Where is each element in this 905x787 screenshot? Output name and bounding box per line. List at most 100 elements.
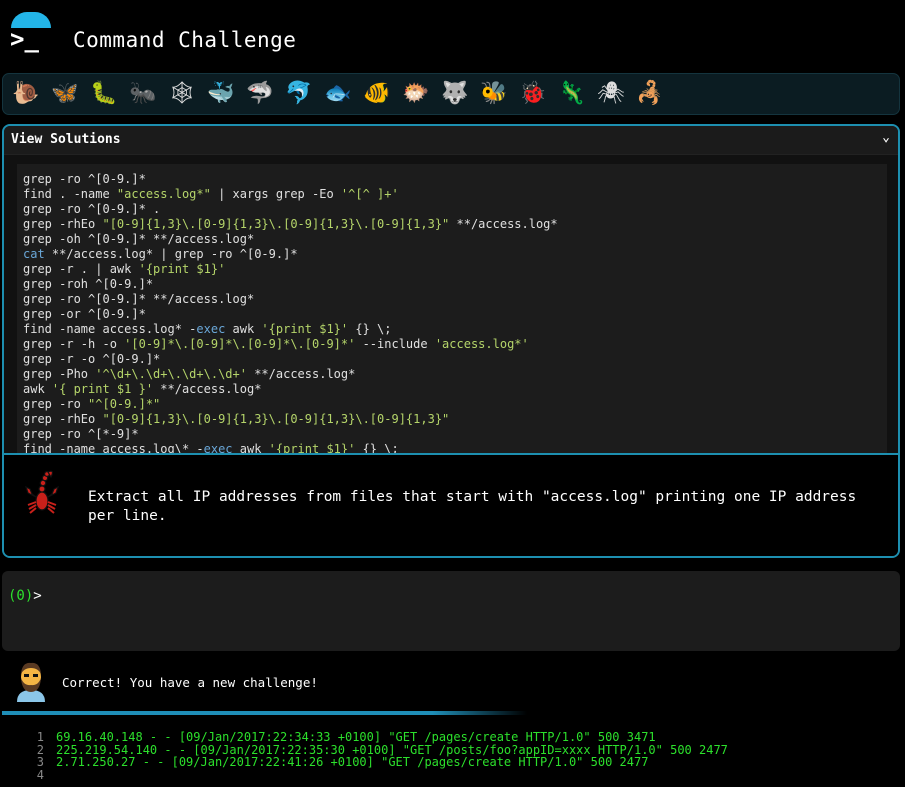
solutions-panel: View Solutions ⌄ grep -ro ^[0-9.]* find .… bbox=[2, 124, 900, 558]
solution-token: cat bbox=[23, 247, 45, 261]
challenge-description: Extract all IP addresses from files that… bbox=[88, 489, 857, 524]
scorpion-icon bbox=[22, 467, 62, 519]
output-text: 69.16.40.148 - - [09/Jan/2017:22:34:33 +… bbox=[56, 730, 656, 744]
solution-token: "^[0-9.]*" bbox=[88, 397, 161, 411]
caterpillar-icon[interactable]: 🐛 bbox=[87, 77, 121, 111]
solution-token: grep -ro ^[0-9.]* . bbox=[23, 202, 161, 216]
solution-token: "[0-9]{1,3}\.[0-9]{1,3}\.[0-9]{1,3}\.[0-… bbox=[102, 217, 450, 231]
solution-line: awk '{ print $1 }' **/access.log* bbox=[23, 382, 887, 397]
logo-prompt-glyph: >_ bbox=[10, 25, 39, 53]
solution-token: --include bbox=[355, 337, 435, 351]
feedback-row: Correct! You have a new challenge! bbox=[0, 657, 905, 713]
solution-token: grep -ro bbox=[23, 397, 89, 411]
terminal-input-area[interactable]: (0)> bbox=[2, 571, 900, 651]
command-output: 1 69.16.40.148 - - [09/Jan/2017:22:34:33 … bbox=[30, 731, 890, 781]
spider-icon[interactable]: 🕷 bbox=[594, 77, 628, 111]
challenge-area: Extract all IP addresses from files that… bbox=[4, 453, 898, 556]
solution-token: grep -r . | awk bbox=[23, 262, 139, 276]
solution-token: '{print $1}' bbox=[261, 322, 349, 336]
line-number: 3 bbox=[36, 755, 44, 769]
solution-token: grep -ro ^[*-9]* bbox=[23, 427, 139, 441]
solution-token: awk bbox=[225, 322, 262, 336]
solution-line: grep -Pho '^\d+\.\d+\.\d+\.\d+' **/acces… bbox=[23, 367, 887, 382]
terminal-logo-icon[interactable]: >_ bbox=[8, 12, 54, 58]
solutions-title: View Solutions bbox=[11, 132, 121, 147]
solution-token: {} \; bbox=[348, 322, 392, 336]
solution-line: grep -or ^[0-9.]* bbox=[23, 307, 887, 322]
prompt-count: (0) bbox=[8, 588, 34, 604]
solution-token: find -name access.log* - bbox=[23, 322, 197, 336]
chevron-down-icon[interactable]: ⌄ bbox=[882, 130, 890, 145]
solution-line: grep -rhEo "[0-9]{1,3}\.[0-9]{1,3}\.[0-9… bbox=[23, 412, 887, 427]
solution-token: '{print $1}' bbox=[268, 442, 356, 453]
solution-token: '^\d+\.\d+\.\d+\.\d+' bbox=[95, 367, 247, 381]
solution-token: find -name access.log\* - bbox=[23, 442, 204, 453]
solution-token: exec bbox=[196, 322, 226, 336]
solution-line: grep -r -o ^[0-9.]* bbox=[23, 352, 887, 367]
solution-token: grep -oh ^[0-9.]* **/access.log* bbox=[23, 232, 255, 246]
tropical-fish-icon[interactable]: 🐠 bbox=[360, 77, 394, 111]
solution-token: **/access.log* bbox=[246, 367, 356, 381]
spider-web-icon[interactable]: 🕸 bbox=[165, 77, 199, 111]
solution-token: grep -rhEo bbox=[23, 412, 103, 426]
app-title[interactable]: Command Challenge bbox=[73, 28, 296, 52]
ladybug-icon[interactable]: 🐞 bbox=[516, 77, 550, 111]
solution-token: awk bbox=[23, 382, 52, 396]
solution-token: find . -name bbox=[23, 187, 117, 201]
solution-token: '^[^ ]+' bbox=[340, 187, 399, 201]
solution-token: {} \; bbox=[355, 442, 399, 453]
blowfish-icon[interactable]: 🐡 bbox=[399, 77, 433, 111]
solution-line: grep -r -h -o '[0-9]*\.[0-9]*\.[0-9]*\.[… bbox=[23, 337, 887, 352]
solution-token: "access.log*" bbox=[116, 187, 211, 201]
prompt-symbol: > bbox=[33, 588, 42, 604]
solution-line: grep -ro ^[0-9.]* **/access.log* bbox=[23, 292, 887, 307]
solution-token: grep -Pho bbox=[23, 367, 96, 381]
solution-token: grep -roh ^[0-9.]* bbox=[23, 277, 154, 291]
solution-token: **/access.log* bbox=[153, 382, 262, 396]
solution-line: find -name access.log* -exec awk '{print… bbox=[23, 322, 887, 337]
progress-bar bbox=[2, 711, 527, 715]
solution-token: '{print $1}' bbox=[138, 262, 226, 276]
wolf-icon[interactable]: 🐺 bbox=[438, 77, 472, 111]
solution-token: '[0-9]*\.[0-9]*\.[0-9]*\.[0-9]*' bbox=[124, 337, 356, 351]
solution-token: grep -or ^[0-9.]* bbox=[23, 307, 146, 321]
line-number: 4 bbox=[36, 767, 44, 782]
ant-icon[interactable]: 🐜 bbox=[126, 77, 160, 111]
solution-token: | xargs grep -Eo bbox=[210, 187, 341, 201]
solution-line: find . -name "access.log*" | xargs grep … bbox=[23, 187, 887, 202]
solution-token: awk bbox=[232, 442, 269, 453]
solution-token: **/access.log* bbox=[449, 217, 558, 231]
solution-token: grep -ro ^[0-9.]* bbox=[23, 172, 146, 186]
dolphin-icon[interactable]: 🐬 bbox=[282, 77, 316, 111]
feedback-message: Correct! You have a new challenge! bbox=[62, 675, 318, 690]
solution-token: grep -r -h -o bbox=[23, 337, 125, 351]
solution-line: grep -ro ^[0-9.]* . bbox=[23, 202, 887, 217]
solution-token: 'access.log*' bbox=[434, 337, 529, 351]
solution-token: "[0-9]{1,3}\.[0-9]{1,3}\.[0-9]{1,3}\.[0-… bbox=[102, 412, 450, 426]
whale-icon[interactable]: 🐳 bbox=[204, 77, 238, 111]
lizard-icon[interactable]: 🦎 bbox=[555, 77, 589, 111]
scorpion-icon[interactable]: 🦂 bbox=[633, 77, 667, 111]
solution-token: '{ print $1 }' bbox=[51, 382, 154, 396]
output-text: 2.71.250.27 - - [09/Jan/2017:22:41:26 +0… bbox=[56, 755, 649, 769]
solution-line: grep -ro ^[*-9]* bbox=[23, 427, 887, 442]
output-line: 3 2.71.250.27 - - [09/Jan/2017:22:41:26 +… bbox=[30, 756, 890, 769]
solution-line: grep -oh ^[0-9.]* **/access.log* bbox=[23, 232, 887, 247]
solution-token: grep -ro ^[0-9.]* **/access.log* bbox=[23, 292, 255, 306]
solution-token: grep -rhEo bbox=[23, 217, 103, 231]
fish-icon[interactable]: 🐟 bbox=[321, 77, 355, 111]
terminal-prompt: (0)> bbox=[8, 588, 42, 604]
bee-icon[interactable]: 🐝 bbox=[477, 77, 511, 111]
solution-line: grep -roh ^[0-9.]* bbox=[23, 277, 887, 292]
butterfly-icon[interactable]: 🦋 bbox=[48, 77, 82, 111]
solutions-header[interactable]: View Solutions ⌄ bbox=[4, 126, 898, 155]
solution-line: cat **/access.log* | grep -ro ^[0-9.]* bbox=[23, 247, 887, 262]
solution-line: grep -ro "^[0-9.]*" bbox=[23, 397, 887, 412]
app-header: >_ Command Challenge bbox=[0, 0, 905, 68]
solution-token: exec bbox=[203, 442, 233, 453]
line-number: 1 bbox=[36, 730, 44, 744]
shark-icon[interactable]: 🦈 bbox=[243, 77, 277, 111]
solution-token: grep -r -o ^[0-9.]* bbox=[23, 352, 161, 366]
solution-token: **/access.log* | grep -ro ^[0-9.]* bbox=[44, 247, 298, 261]
snail-icon[interactable]: 🐌 bbox=[9, 77, 43, 111]
